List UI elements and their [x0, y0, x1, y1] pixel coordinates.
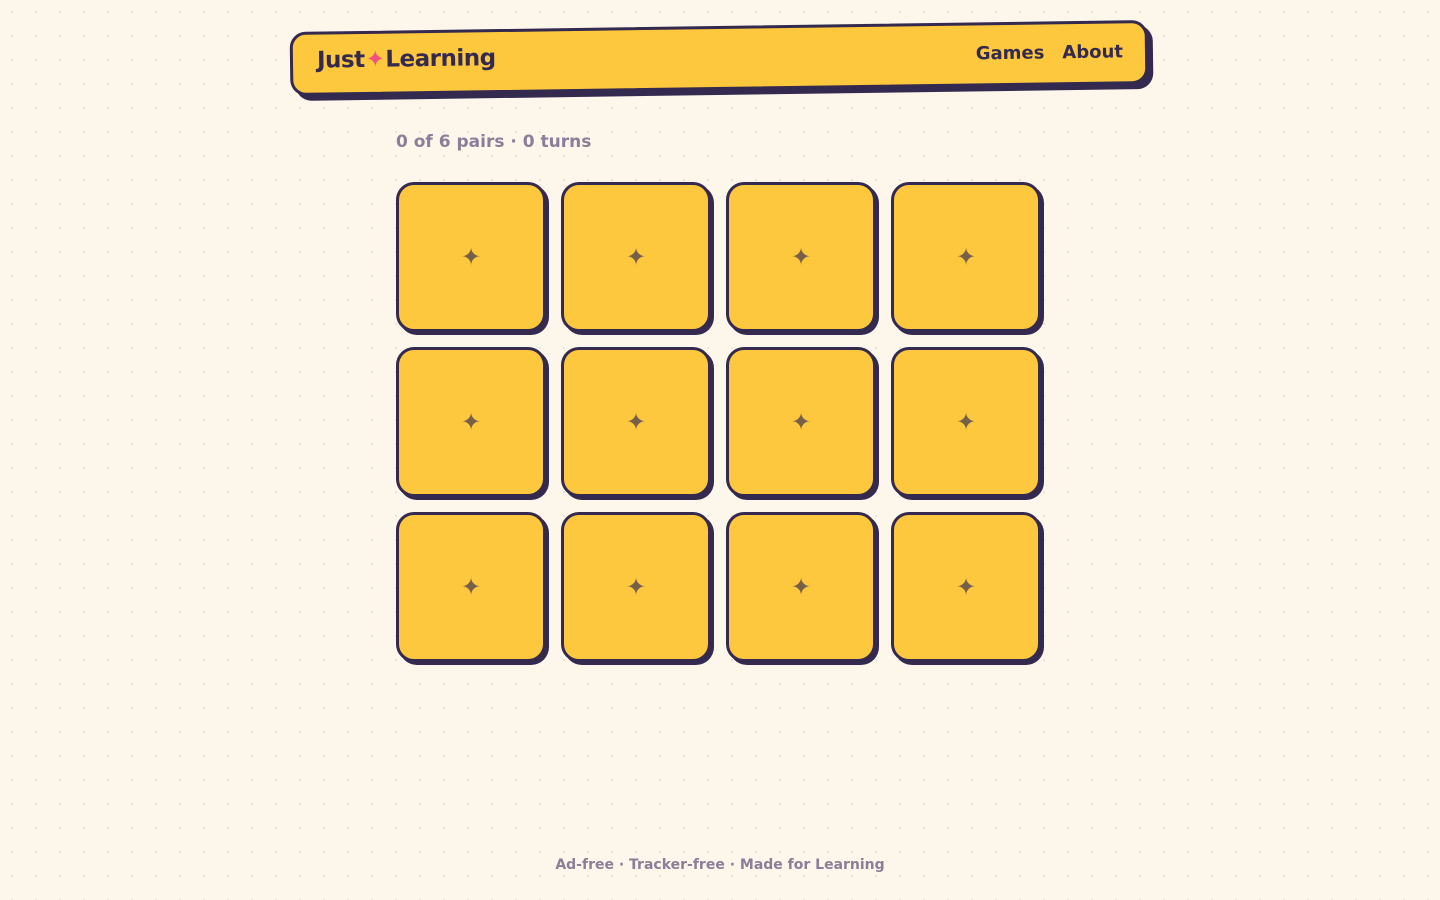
game-status: 0 of 6 pairs · 0 turns: [396, 132, 592, 152]
memory-card[interactable]: ✦: [561, 512, 711, 662]
memory-card[interactable]: ✦: [891, 347, 1041, 497]
memory-card[interactable]: ✦: [891, 182, 1041, 332]
sparkle-icon: ✦: [955, 243, 977, 271]
sparkle-icon: ✦: [955, 573, 977, 601]
sparkle-icon: ✦: [460, 408, 482, 436]
site-header: Just✦Learning Games About: [289, 20, 1149, 96]
memory-card[interactable]: ✦: [726, 512, 876, 662]
sparkle-icon: ✦: [955, 408, 977, 436]
main-nav: Games About: [976, 41, 1123, 64]
memory-card[interactable]: ✦: [396, 182, 546, 332]
nav-link-games[interactable]: Games: [976, 42, 1045, 64]
logo-text-learning: Learning: [385, 45, 496, 73]
memory-card[interactable]: ✦: [561, 347, 711, 497]
memory-card[interactable]: ✦: [891, 512, 1041, 662]
sparkle-icon: ✦: [790, 243, 812, 271]
logo-text-just: Just: [316, 46, 365, 74]
memory-board: ✦ ✦ ✦ ✦ ✦ ✦ ✦ ✦ ✦ ✦ ✦ ✦: [396, 182, 1041, 662]
nav-link-about[interactable]: About: [1062, 41, 1123, 63]
memory-card[interactable]: ✦: [726, 347, 876, 497]
memory-card[interactable]: ✦: [726, 182, 876, 332]
memory-card[interactable]: ✦: [396, 512, 546, 662]
sparkle-icon: ✦: [460, 243, 482, 271]
site-logo[interactable]: Just✦Learning: [317, 45, 496, 73]
memory-card[interactable]: ✦: [561, 182, 711, 332]
sparkle-icon: ✦: [790, 573, 812, 601]
sparkle-icon: ✦: [625, 243, 647, 271]
sparkle-icon: ✦: [460, 573, 482, 601]
memory-card[interactable]: ✦: [396, 347, 546, 497]
footer-text: Ad-free · Tracker-free · Made for Learni…: [555, 857, 885, 873]
sparkle-icon: ✦: [790, 408, 812, 436]
sparkle-icon: ✦: [625, 408, 647, 436]
sparkle-icon: ✦: [625, 573, 647, 601]
logo-sparkle-icon: ✦: [365, 46, 385, 73]
